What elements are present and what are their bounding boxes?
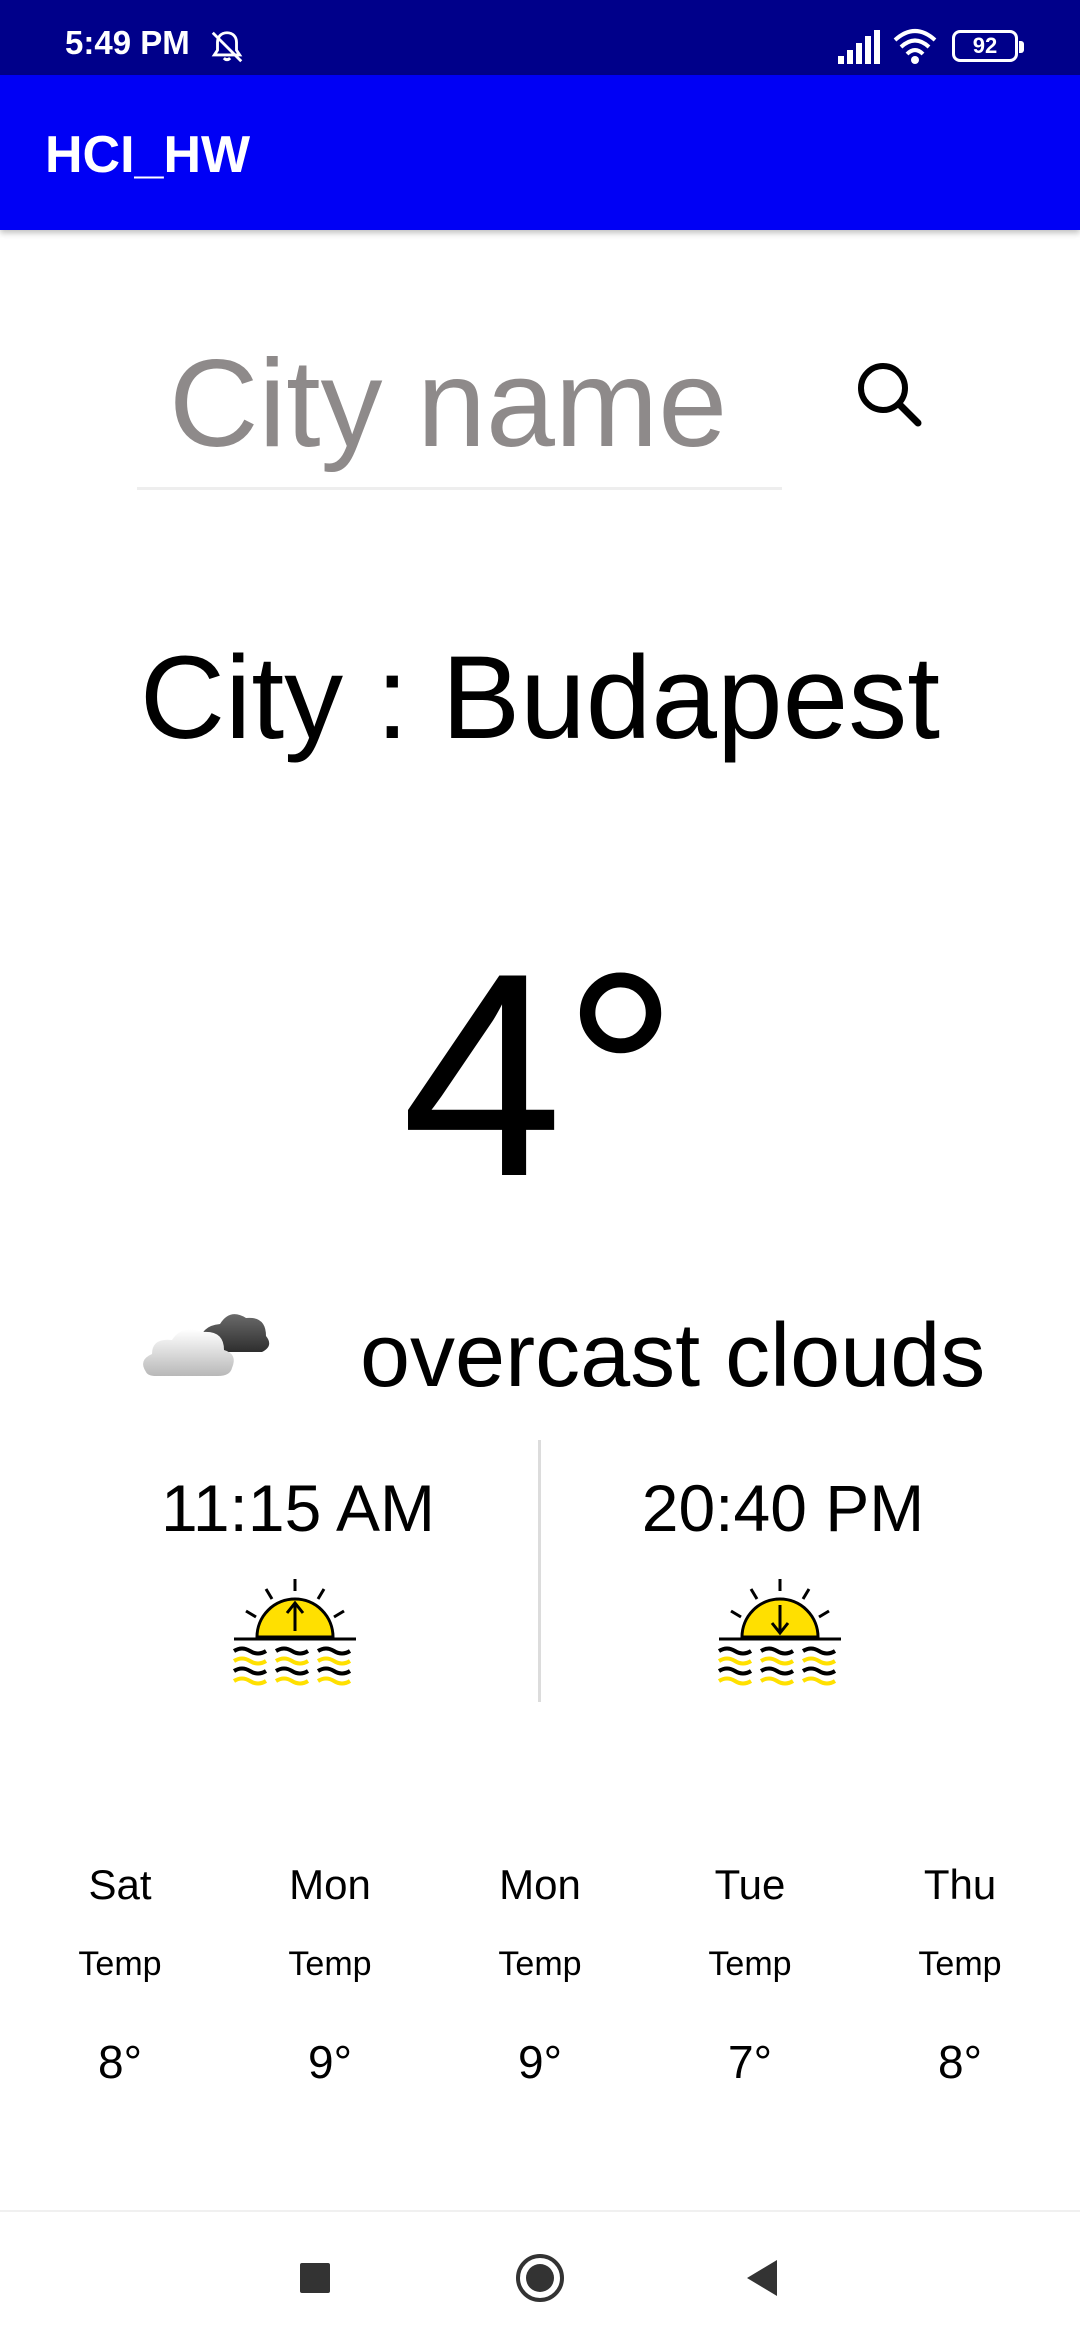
forecast-item: Mon Temp 9° xyxy=(450,1855,630,2089)
wifi-icon xyxy=(893,29,937,64)
home-circle-icon[interactable] xyxy=(514,2252,566,2304)
forecast-temp-label: Temp xyxy=(918,1945,1002,1983)
forecast-temp-label: Temp xyxy=(498,1945,582,1983)
forecast-temp-label: Temp xyxy=(288,1945,372,1983)
back-triangle-icon[interactable] xyxy=(745,2258,779,2298)
forecast-day-name: Thu xyxy=(923,1861,997,1908)
forecast-day-name: Sat xyxy=(88,1861,152,1908)
sunset-time: 20:40 PM xyxy=(641,1471,925,1545)
forecast-list: Sat Temp 8° Mon Temp 9° Mon Temp 9° Tue … xyxy=(30,1855,1050,2089)
forecast-item: Tue Temp 7° xyxy=(660,1855,840,2089)
forecast-day-name: Tue xyxy=(714,1861,786,1908)
forecast-day-name: Mon xyxy=(289,1861,371,1908)
city-name-input[interactable] xyxy=(137,320,782,490)
current-temperature: 4° xyxy=(401,913,679,1237)
signal-icon xyxy=(838,30,880,64)
battery-indicator: 92 xyxy=(952,30,1024,62)
forecast-temp-value: 7° xyxy=(728,2036,772,2088)
city-title: City : Budapest xyxy=(139,632,941,764)
sunrise-time: 11:15 AM xyxy=(161,1471,435,1545)
recents-square-icon[interactable] xyxy=(300,2263,330,2293)
forecast-item: Mon Temp 9° xyxy=(240,1855,420,2089)
status-time: 5:49 PM xyxy=(65,24,190,61)
sunrise-icon xyxy=(232,1579,356,1686)
bell-muted-icon xyxy=(211,31,243,63)
forecast-temp-value: 8° xyxy=(98,2036,142,2088)
forecast-item: Sat Temp 8° xyxy=(30,1855,210,2089)
status-bar: 5:49 PM 92 xyxy=(0,0,1080,75)
forecast-temp-value: 9° xyxy=(518,2036,562,2088)
app-bar: HCI_HW xyxy=(0,75,1080,230)
forecast-item: Thu Temp 8° xyxy=(870,1855,1050,2089)
search-icon[interactable] xyxy=(850,355,930,435)
sunset-icon xyxy=(717,1579,841,1686)
forecast-day-name: Mon xyxy=(499,1861,581,1908)
forecast-temp-value: 9° xyxy=(308,2036,352,2088)
weather-description: overcast clouds xyxy=(360,1306,986,1406)
app-title: HCI_HW xyxy=(45,126,251,184)
sun-divider xyxy=(538,1440,541,1702)
forecast-temp-label: Temp xyxy=(78,1945,162,1983)
forecast-temp-value: 8° xyxy=(938,2036,982,2088)
forecast-temp-label: Temp xyxy=(708,1945,792,1983)
cloud-icon xyxy=(143,1314,270,1376)
system-nav-bar xyxy=(0,2212,1080,2340)
